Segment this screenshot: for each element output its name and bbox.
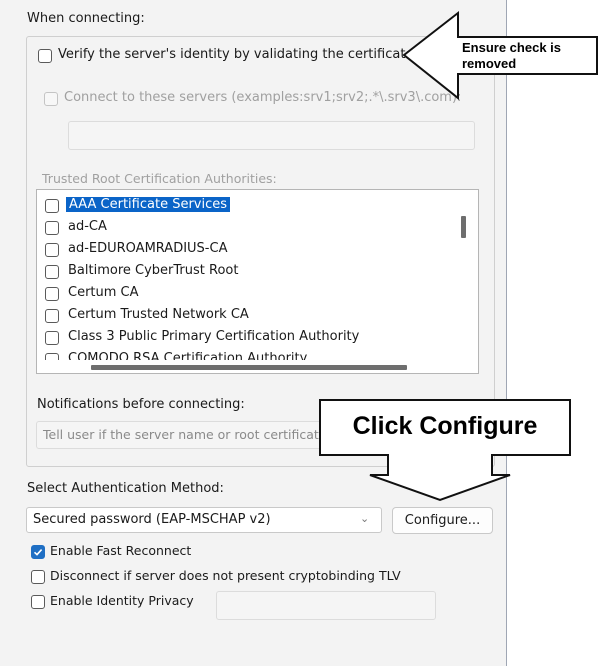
arrow-left-text-line1: Ensure check is	[462, 40, 561, 55]
arrow-down-text: Click Configure	[353, 412, 538, 440]
annotation-overlay: Ensure check is removed Click Configure	[319, 10, 598, 502]
arrow-left-text-line2: removed	[462, 56, 516, 71]
